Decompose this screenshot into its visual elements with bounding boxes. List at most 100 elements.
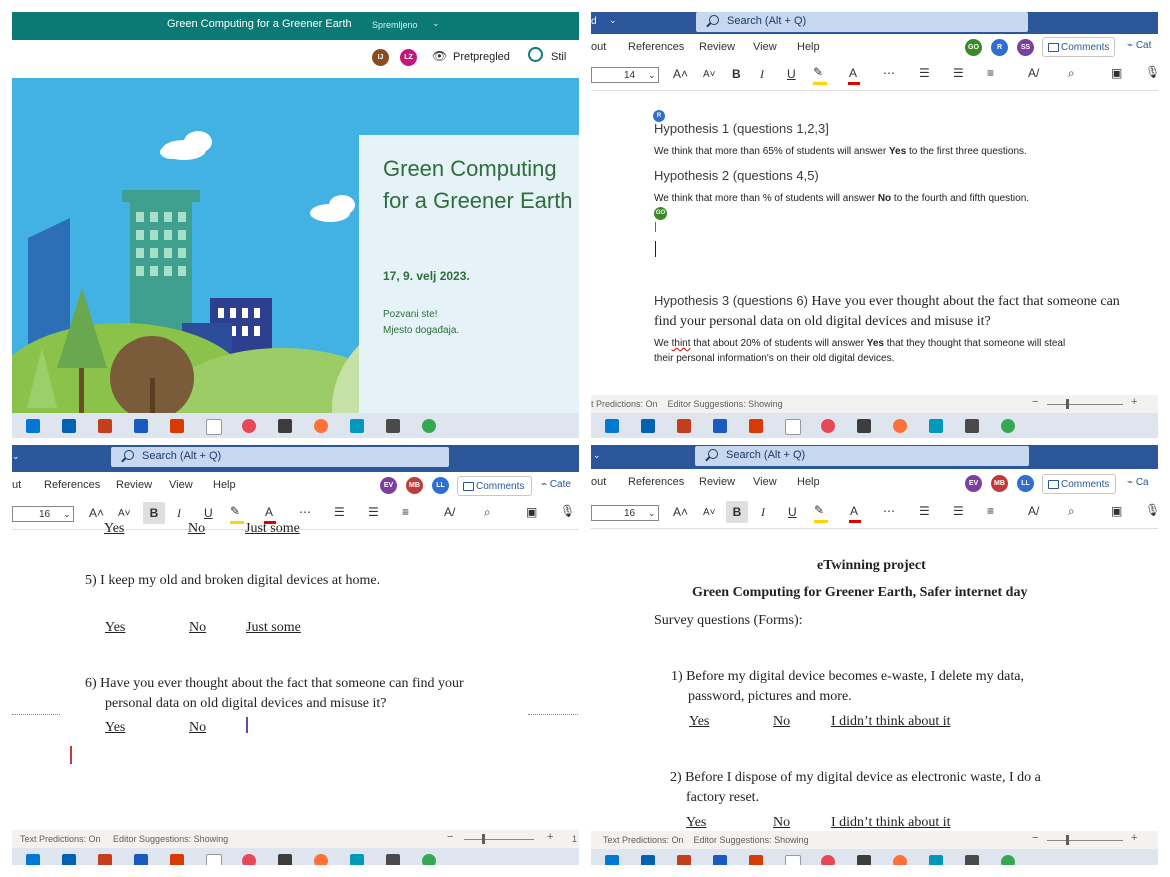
camera-icon[interactable]: [965, 855, 979, 865]
avatar[interactable]: EV: [965, 475, 982, 492]
question-6[interactable]: 6) Have you ever thought about the fact …: [85, 674, 464, 714]
document-canvas[interactable]: Yes No Just some 5) I keep my old and br…: [12, 521, 579, 830]
avatar[interactable]: LZ: [400, 49, 417, 66]
chrome-icon[interactable]: [1001, 419, 1015, 433]
editor-icon[interactable]: ▣: [1111, 504, 1122, 518]
survey-heading[interactable]: Survey questions (Forms):: [654, 613, 803, 629]
comments-button[interactable]: Comments: [1042, 474, 1116, 494]
answer[interactable]: Yes: [686, 815, 706, 830]
preview-button[interactable]: Pretpregled: [453, 51, 510, 63]
menu-layout[interactable]: ut: [12, 479, 21, 491]
windows-icon[interactable]: [605, 419, 619, 433]
grow-font-icon[interactable]: A˄: [89, 506, 104, 520]
mail-icon[interactable]: [641, 419, 655, 433]
hypothesis-2-text[interactable]: We think that more than % of students wi…: [654, 193, 1029, 204]
drop-icon[interactable]: [242, 419, 256, 433]
zoom-thumb[interactable]: [1066, 399, 1069, 409]
windows-icon[interactable]: [26, 854, 40, 865]
question-2[interactable]: 2) Before I dispose of my digital device…: [670, 768, 1041, 808]
event-place[interactable]: Mjesto događaja.: [383, 325, 459, 336]
menu-review[interactable]: Review: [116, 479, 152, 491]
align-icon[interactable]: ≡: [402, 505, 409, 519]
menu-review[interactable]: Review: [699, 476, 735, 488]
document-canvas[interactable]: R Hypothesis 1 (questions 1,2,3] We thin…: [591, 91, 1158, 395]
chrome-icon[interactable]: [422, 854, 436, 865]
answer[interactable]: No: [773, 815, 790, 831]
firefox-icon[interactable]: [893, 419, 907, 433]
avatar[interactable]: EV: [380, 477, 397, 494]
styles-icon[interactable]: A/: [1028, 504, 1039, 518]
note-icon[interactable]: [785, 419, 801, 435]
hypothesis-2-heading[interactable]: Hypothesis 2 (questions 4,5): [654, 168, 819, 183]
office-icon[interactable]: [749, 419, 763, 433]
mail-icon[interactable]: [641, 855, 655, 865]
comments-button[interactable]: Comments: [1042, 37, 1115, 57]
office-icon[interactable]: [749, 855, 763, 865]
dictate-icon[interactable]: 🎙: [1145, 65, 1158, 79]
chevron-down-icon[interactable]: ⌄: [609, 15, 617, 26]
answer[interactable]: I didn’t think about it: [831, 815, 951, 831]
hypothesis-1-heading[interactable]: Hypothesis 1 (questions 1,2,3]: [654, 121, 829, 136]
font-color-icon[interactable]: A: [265, 505, 273, 519]
zoom-level[interactable]: 1: [572, 834, 577, 844]
drop-icon[interactable]: [821, 419, 835, 433]
grow-font-icon[interactable]: A˄: [673, 505, 688, 519]
menu-references[interactable]: References: [44, 479, 100, 491]
bullets-icon[interactable]: ☰: [919, 504, 930, 518]
menu-help[interactable]: Help: [213, 479, 236, 491]
word-icon[interactable]: [713, 855, 727, 865]
windows-icon[interactable]: [605, 855, 619, 865]
grow-font-icon[interactable]: A˄: [673, 67, 688, 81]
event-date[interactable]: 17, 9. velj 2023.: [383, 269, 470, 283]
answer[interactable]: Yes: [105, 620, 125, 635]
project-title[interactable]: eTwinning project: [817, 558, 926, 574]
photos-icon[interactable]: [350, 854, 364, 865]
note-icon[interactable]: [785, 855, 801, 865]
avatar[interactable]: GO: [965, 39, 982, 56]
hypothesis-3-heading[interactable]: Hypothesis 3 (questions 6) Have you ever…: [654, 291, 1124, 331]
numbering-icon[interactable]: ☰: [368, 505, 379, 519]
zoom-out-icon[interactable]: −: [1032, 396, 1038, 408]
chrome-icon[interactable]: [422, 419, 436, 433]
question-5[interactable]: 5) I keep my old and broken digital devi…: [85, 573, 380, 589]
italic-button[interactable]: I: [760, 67, 764, 82]
menu-layout[interactable]: out: [591, 41, 606, 53]
menu-view[interactable]: View: [753, 476, 777, 488]
menu-references[interactable]: References: [628, 41, 684, 53]
font-size-box[interactable]: 16 ⌄: [12, 506, 74, 522]
shrink-font-icon[interactable]: A˅: [703, 507, 716, 518]
answer[interactable]: No: [773, 714, 790, 730]
zoom-out-icon[interactable]: −: [1032, 832, 1038, 844]
hypothesis-1-text[interactable]: We think that more than 65% of students …: [654, 146, 1027, 157]
answer[interactable]: Yes: [689, 714, 709, 729]
menu-view[interactable]: View: [169, 479, 193, 491]
chrome-icon[interactable]: [1001, 855, 1015, 865]
shrink-font-icon[interactable]: A˅: [118, 508, 131, 519]
align-icon[interactable]: ≡: [987, 504, 994, 518]
underline-button[interactable]: U: [204, 506, 213, 520]
tablet-icon[interactable]: [857, 419, 871, 433]
zoom-in-icon[interactable]: +: [1131, 396, 1137, 408]
menu-help[interactable]: Help: [797, 41, 820, 53]
word-icon[interactable]: [134, 854, 148, 865]
zoom-slider[interactable]: [1047, 840, 1123, 841]
mail-icon[interactable]: [62, 854, 76, 865]
find-icon[interactable]: ⌕: [1068, 504, 1075, 519]
italic-button[interactable]: I: [761, 505, 765, 520]
font-color-icon[interactable]: A: [849, 66, 857, 80]
avatar[interactable]: LL: [432, 477, 449, 494]
camera-icon[interactable]: [965, 419, 979, 433]
numbering-icon[interactable]: ☰: [953, 66, 964, 80]
comments-button[interactable]: Comments: [457, 476, 532, 496]
powerpoint-icon[interactable]: [98, 419, 112, 433]
font-size-box[interactable]: 14 ⌄: [591, 67, 659, 83]
drop-icon[interactable]: [821, 855, 835, 865]
bold-button[interactable]: B: [732, 67, 741, 81]
zoom-slider[interactable]: [464, 839, 534, 840]
avatar[interactable]: LL: [1017, 475, 1034, 492]
avatar[interactable]: R: [991, 39, 1008, 56]
menu-layout[interactable]: out: [591, 476, 606, 488]
drop-icon[interactable]: [242, 854, 256, 865]
tablet-icon[interactable]: [278, 854, 292, 865]
powerpoint-icon[interactable]: [677, 855, 691, 865]
